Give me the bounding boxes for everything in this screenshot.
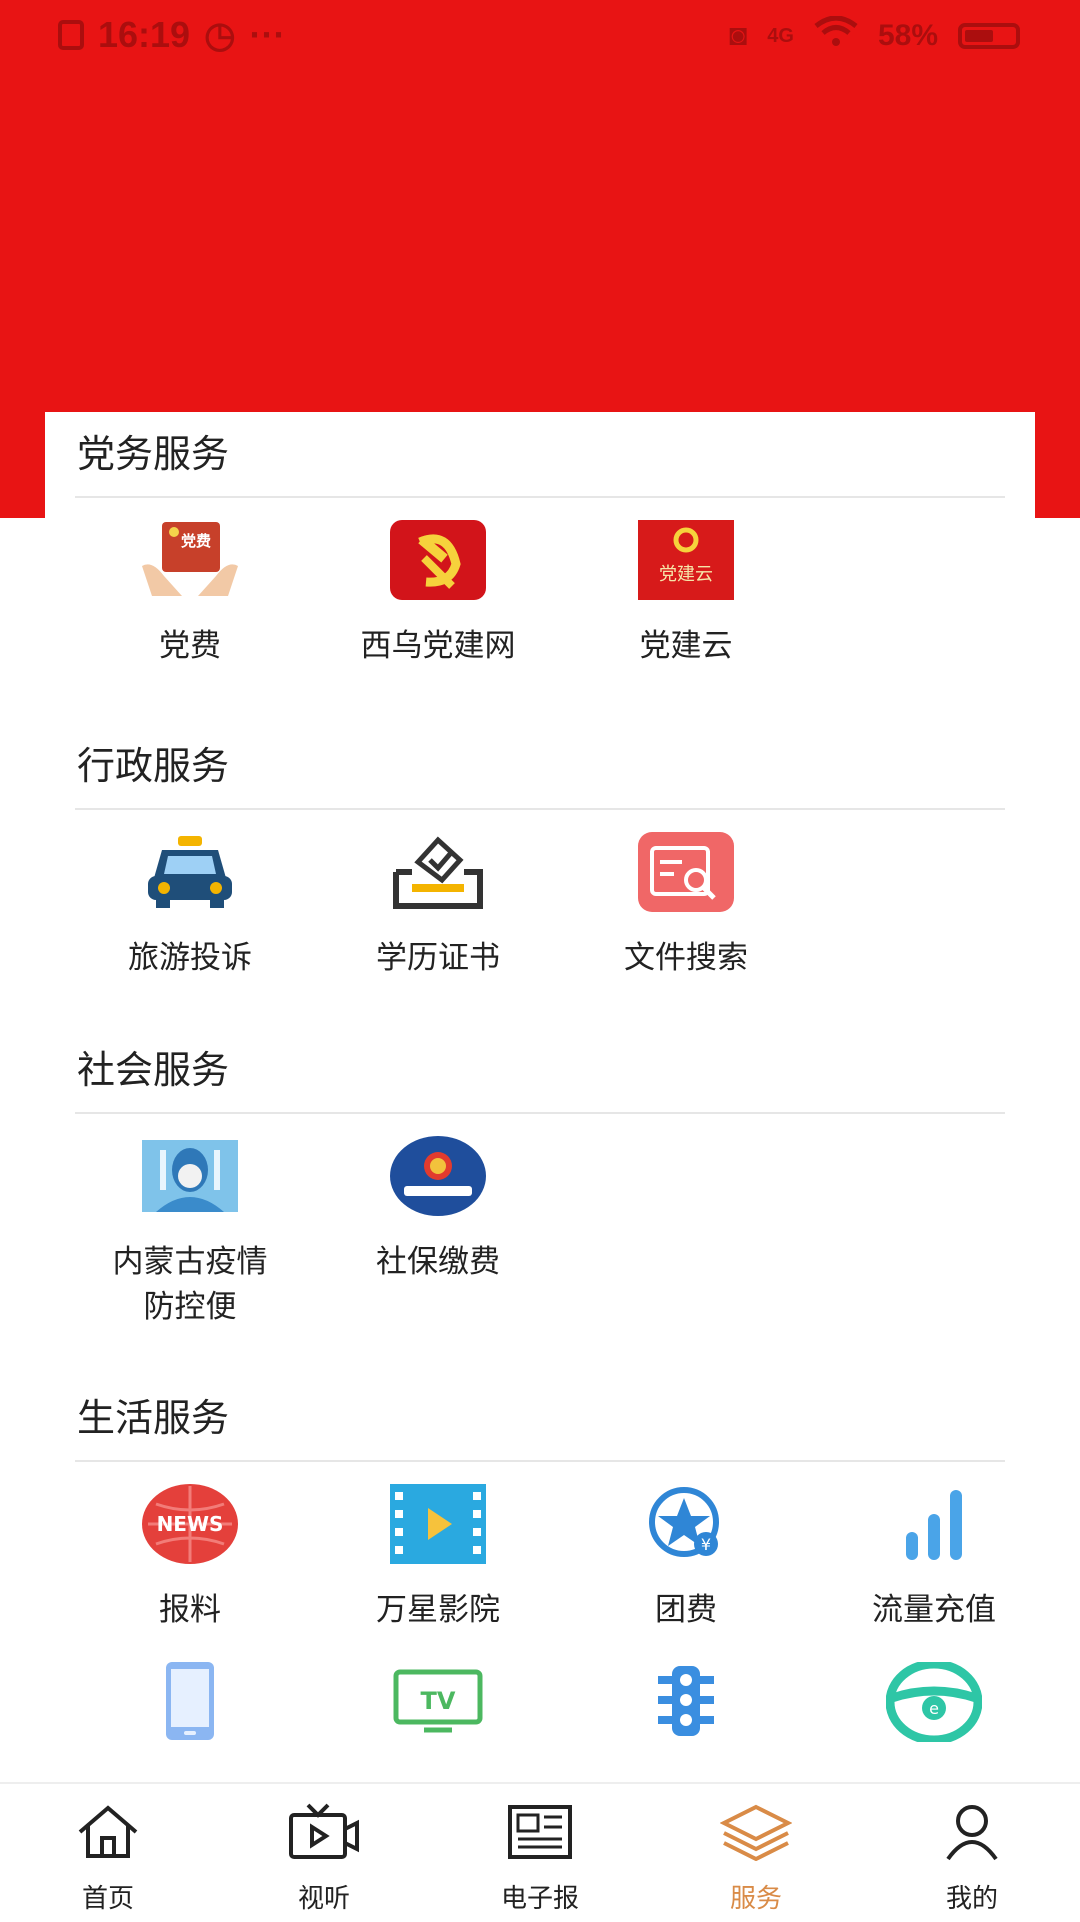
traffic-light-icon [638,1662,734,1742]
svg-text:NEWS: NEWS [157,1512,224,1536]
video-tv-icon [254,1802,394,1862]
svg-text:TV: TV [421,1687,456,1715]
service-covid-control[interactable]: 内蒙古疫情防控便 [75,1114,305,1330]
wifi-icon [814,15,858,56]
service-grid: 内蒙古疫情防控便 社保缴费 [75,1114,1005,1354]
nfc-icon: ◙ [729,19,748,52]
bottom-nav: 首页 视听 电子报 服务 我的 [0,1782,1080,1922]
svg-text:¥: ¥ [701,1535,711,1554]
svg-text:e: e [929,1699,939,1718]
service-label: 流量充值 [872,1592,996,1628]
service-label: 报料 [159,1592,221,1628]
service-wanxing-cinema[interactable]: 万星影院 [323,1462,553,1633]
tv-icon: TV [390,1662,486,1742]
notification-icon [58,20,84,50]
service-label: 党费 [159,628,221,664]
section-party-services: 党务服务 党费 党费 西乌党建网 党建云 党建云 [75,412,1005,738]
service-file-search[interactable]: 文件搜索 [571,810,801,981]
service-phone[interactable] [75,1662,305,1742]
section-title: 党务服务 [75,412,1005,498]
service-label: 社保缴费 [376,1244,500,1280]
news-globe-icon: NEWS [142,1484,238,1564]
service-xiwu-party-site[interactable]: 西乌党建网 [323,498,553,669]
section-title: 行政服务 [75,724,1005,810]
service-news-tip[interactable]: NEWS 报料 [75,1462,305,1633]
service-label: 西乌党建网 [360,628,516,664]
battery-icon [958,23,1020,49]
service-tv[interactable]: TV [323,1662,553,1742]
nav-label: 我的 [945,1884,998,1914]
service-label: 内蒙古疫情防控便 [112,1244,268,1325]
taxi-icon [142,832,238,912]
clock-icon: ◷ [204,14,236,55]
party-emblem-icon [390,520,486,600]
service-league-fee[interactable]: ¥ 团费 [571,1462,801,1633]
service-data-topup[interactable]: 流量充值 [819,1462,1049,1633]
network-type: 4G [767,24,794,47]
service-driving[interactable]: e [819,1662,1049,1742]
nav-label: 首页 [81,1884,134,1914]
status-more: ··· [249,14,286,55]
nav-services[interactable]: 服务 [686,1802,826,1915]
section-life-services: 生活服务 NEWS 报料 万星影院 ¥ 团费 流量充值 TV e [75,1376,1005,1782]
film-play-icon [390,1484,486,1564]
phone-icon [142,1662,238,1742]
section-admin-services: 行政服务 旅游投诉 学历证书 文件搜索 [75,724,1005,1030]
user-icon [902,1802,1042,1862]
nav-label: 电子报 [500,1884,579,1914]
ballot-box-icon [390,832,486,912]
party-cloud-icon: 党建云 [638,520,734,600]
service-social-security[interactable]: 社保缴费 [323,1114,553,1285]
layers-icon [686,1802,826,1862]
battery-percent: 58% [877,19,938,52]
service-grid: NEWS 报料 万星影院 ¥ 团费 流量充值 [75,1462,1005,1662]
signal-bars-icon [886,1484,982,1564]
service-party-fee[interactable]: 党费 党费 [75,498,305,669]
nav-profile[interactable]: 我的 [902,1802,1042,1915]
status-time: 16:19 [98,14,191,55]
service-label: 党建云 [639,628,733,664]
medical-worker-photo-icon [142,1136,238,1216]
home-icon [38,1802,178,1862]
social-security-badge-icon [390,1136,486,1216]
nav-epaper[interactable]: 电子报 [470,1802,610,1915]
service-grid: 党费 党费 西乌党建网 党建云 党建云 [75,498,1005,738]
section-social-services: 社会服务 内蒙古疫情防控便 社保缴费 [75,1028,1005,1354]
service-grid: 旅游投诉 学历证书 文件搜索 [75,810,1005,1030]
services-card: 党务服务 党费 党费 西乌党建网 党建云 党建云 行政服务 旅游投诉 学历证书 … [45,412,1035,1782]
service-party-cloud[interactable]: 党建云 党建云 [571,498,801,669]
document-search-icon [638,832,734,912]
service-grid-row2: TV e [75,1662,1005,1782]
nav-label: 服务 [729,1884,782,1914]
section-title: 生活服务 [75,1376,1005,1462]
star-yuan-icon: ¥ [638,1484,734,1564]
service-diploma[interactable]: 学历证书 [323,810,553,981]
svg-text:党建云: 党建云 [659,564,713,585]
section-title: 社会服务 [75,1028,1005,1114]
nav-video[interactable]: 视听 [254,1802,394,1915]
service-traffic[interactable] [571,1662,801,1742]
svg-text:党费: 党费 [181,532,211,550]
service-label: 文件搜索 [624,940,748,976]
service-label: 学历证书 [376,940,500,976]
nav-home[interactable]: 首页 [38,1802,178,1915]
service-label: 团费 [655,1592,717,1628]
nav-label: 视听 [297,1884,350,1914]
steering-wheel-icon: e [886,1662,982,1742]
service-label: 万星影院 [376,1592,500,1628]
service-travel-complaint[interactable]: 旅游投诉 [75,810,305,981]
newspaper-icon [470,1802,610,1862]
service-label: 旅游投诉 [128,940,252,976]
party-fee-icon: 党费 [142,520,238,600]
status-bar: 16:19 ◷ ··· ◙ 4G 58% [0,0,1080,72]
